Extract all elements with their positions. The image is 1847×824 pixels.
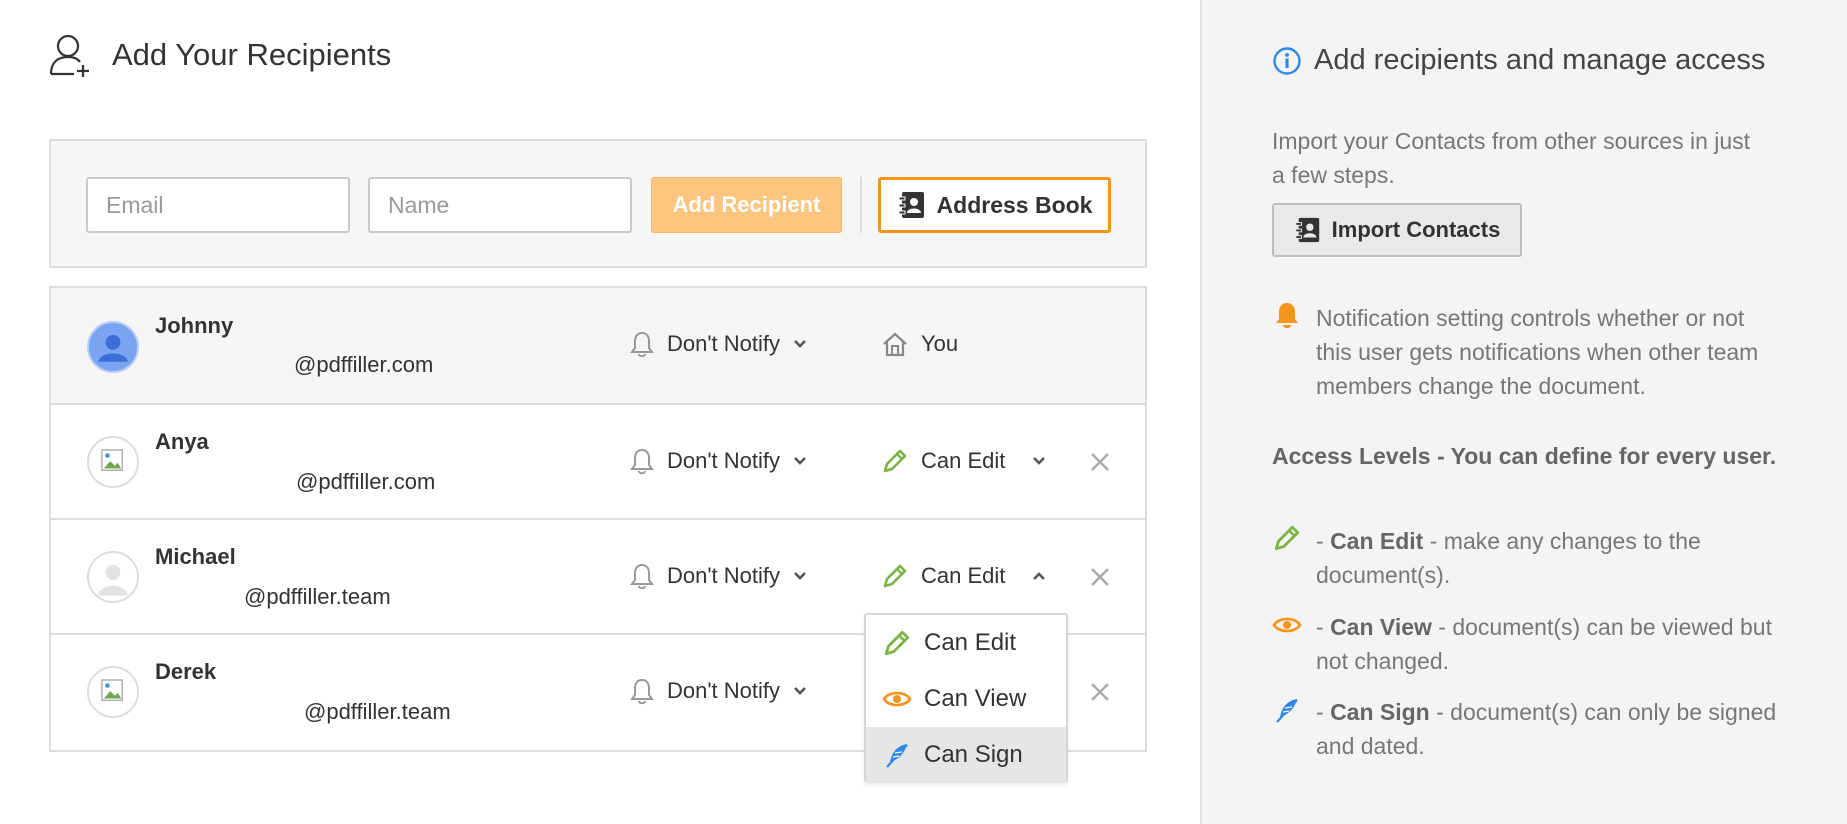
page-header: Add Your Recipients bbox=[48, 32, 391, 78]
address-book-icon bbox=[898, 192, 924, 218]
bell-icon bbox=[630, 448, 654, 475]
recipient-row: Johnny @pdffiller.com Don't Notify You bbox=[51, 288, 1145, 405]
chevron-down-icon bbox=[794, 572, 806, 580]
level-name: Can View bbox=[1330, 614, 1432, 640]
close-icon[interactable] bbox=[1088, 565, 1112, 589]
pencil-icon bbox=[883, 564, 907, 588]
add-user-icon bbox=[49, 34, 89, 77]
menu-item-label: Can View bbox=[924, 685, 1027, 712]
eye-icon bbox=[882, 691, 912, 707]
divider bbox=[860, 177, 862, 233]
pencil-icon bbox=[883, 449, 907, 473]
address-book-button[interactable]: Address Book bbox=[878, 177, 1111, 233]
access-dropdown[interactable]: Can Edit bbox=[881, 447, 1047, 475]
feather-icon bbox=[886, 744, 908, 768]
add-recipient-form: Add Recipient Address Book bbox=[49, 139, 1147, 268]
user-avatar-blue bbox=[87, 321, 139, 373]
notify-dropdown[interactable]: Don't Notify bbox=[629, 447, 808, 475]
broken-image-icon bbox=[101, 679, 123, 701]
bell-icon bbox=[630, 563, 654, 590]
help-panel: Add recipients and manage access Import … bbox=[1200, 0, 1847, 824]
notify-label: Don't Notify bbox=[667, 678, 781, 703]
notify-label: Don't Notify bbox=[667, 563, 781, 588]
menu-item-can-sign[interactable]: Can Sign bbox=[866, 727, 1066, 783]
add-recipient-button[interactable]: Add Recipient bbox=[651, 177, 842, 233]
menu-item-can-view[interactable]: Can View bbox=[866, 671, 1066, 727]
address-book-icon bbox=[1295, 217, 1319, 243]
chevron-down-icon bbox=[794, 457, 806, 465]
level-prefix: - bbox=[1316, 614, 1331, 640]
menu-item-label: Can Sign bbox=[924, 741, 1023, 768]
notify-label: Don't Notify bbox=[667, 331, 781, 356]
import-description: Import your Contacts from other sources … bbox=[1272, 128, 1751, 188]
broken-image-avatar bbox=[87, 666, 139, 718]
feather-icon bbox=[1276, 699, 1298, 723]
menu-item-label: Can Edit bbox=[924, 629, 1017, 656]
import-contacts-label: Import Contacts bbox=[1331, 217, 1501, 242]
level-name: Can Sign bbox=[1330, 699, 1430, 725]
level-prefix: - bbox=[1316, 528, 1331, 554]
help-title-text: Add recipients and manage access bbox=[1314, 44, 1766, 76]
notify-dropdown[interactable]: Don't Notify bbox=[629, 330, 808, 358]
notify-dropdown[interactable]: Don't Notify bbox=[629, 562, 808, 590]
pencil-icon bbox=[1274, 525, 1300, 551]
pencil-icon bbox=[884, 630, 910, 656]
level-can-sign: - Can Sign - document(s) can only be sig… bbox=[1316, 695, 1786, 763]
user-icon bbox=[98, 335, 128, 362]
import-contacts-button[interactable]: Import Contacts bbox=[1272, 203, 1522, 257]
bell-icon bbox=[1276, 303, 1298, 328]
help-title: Add recipients and manage access bbox=[1272, 44, 1765, 77]
access-label: You bbox=[921, 331, 959, 356]
level-prefix: - bbox=[1316, 699, 1331, 725]
default-user-avatar bbox=[87, 551, 139, 603]
page-title: Add Your Recipients bbox=[112, 37, 392, 72]
close-icon[interactable] bbox=[1088, 680, 1112, 704]
close-icon[interactable] bbox=[1088, 450, 1112, 474]
info-icon bbox=[1273, 46, 1301, 75]
recipient-name: Johnny bbox=[155, 313, 234, 338]
access-level-menu: Can Edit Can View Can Sign bbox=[864, 613, 1068, 783]
level-can-view: - Can View - document(s) can be viewed b… bbox=[1316, 610, 1786, 678]
recipient-name: Derek bbox=[155, 659, 217, 684]
access-owner: You bbox=[881, 330, 958, 358]
address-book-label: Address Book bbox=[936, 191, 1093, 218]
menu-item-can-edit[interactable]: Can Edit bbox=[866, 615, 1066, 671]
recipients-panel: Add Your Recipients Add Recipient Addres… bbox=[0, 0, 1200, 824]
recipient-row: Anya @pdffiller.com Don't Notify Can Edi… bbox=[51, 405, 1145, 520]
notify-dropdown[interactable]: Don't Notify bbox=[629, 677, 808, 705]
recipient-email: @pdffiller.com bbox=[294, 352, 434, 377]
chevron-down-icon bbox=[794, 340, 806, 348]
access-dropdown-open[interactable]: Can Edit bbox=[881, 562, 1047, 590]
notification-description: Notification setting controls whether or… bbox=[1316, 305, 1759, 399]
chevron-up-icon bbox=[1033, 572, 1046, 580]
bell-icon bbox=[630, 331, 654, 358]
access-label: Can Edit bbox=[921, 563, 1006, 588]
chevron-down-icon bbox=[794, 687, 806, 695]
recipient-email: @pdffiller.team bbox=[244, 584, 391, 609]
recipient-email: @pdffiller.team bbox=[304, 699, 451, 724]
notify-label: Don't Notify bbox=[667, 448, 781, 473]
email-input[interactable] bbox=[86, 177, 350, 233]
recipient-email: @pdffiller.com bbox=[296, 469, 436, 494]
broken-image-icon bbox=[101, 449, 123, 471]
recipient-name: Anya bbox=[155, 429, 209, 454]
access-levels-heading: Access Levels - You can define for every… bbox=[1272, 443, 1777, 469]
name-input[interactable] bbox=[368, 177, 632, 233]
eye-icon bbox=[1272, 617, 1302, 633]
level-name: Can Edit bbox=[1330, 528, 1424, 554]
broken-image-avatar bbox=[87, 436, 139, 488]
level-can-edit: - Can Edit - make any changes to the doc… bbox=[1316, 524, 1786, 592]
access-label: Can Edit bbox=[921, 448, 1006, 473]
home-icon bbox=[883, 332, 907, 357]
bell-icon bbox=[630, 678, 654, 705]
chevron-down-icon bbox=[1033, 457, 1046, 465]
user-icon bbox=[98, 565, 128, 596]
recipient-name: Michael bbox=[155, 544, 236, 569]
